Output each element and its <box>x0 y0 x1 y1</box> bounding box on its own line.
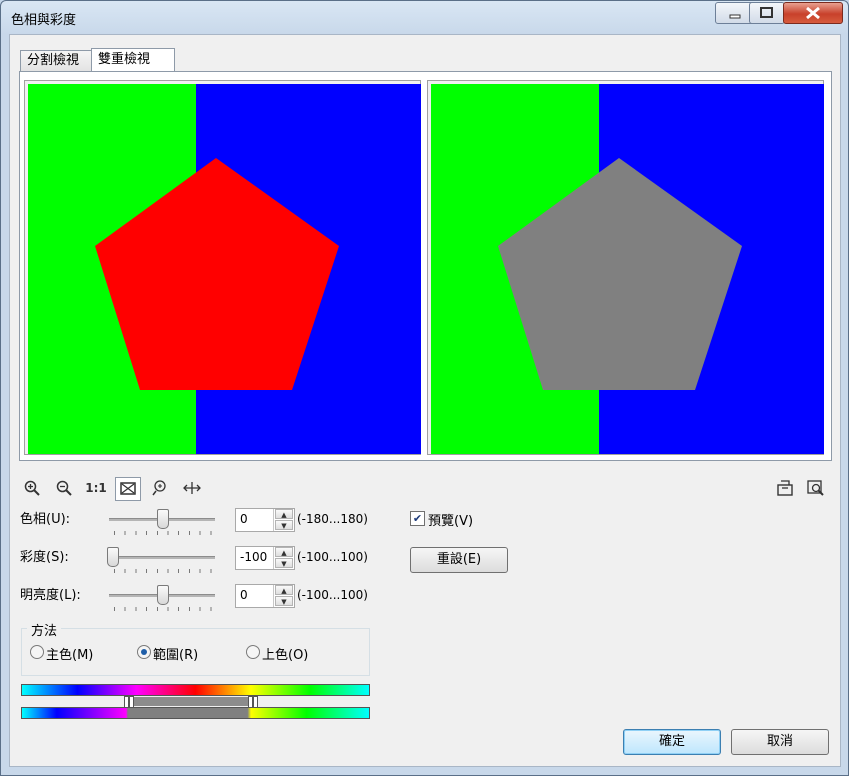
preview-window-button[interactable] <box>773 477 797 499</box>
hue-label: 色相(U): <box>20 512 71 527</box>
radio-range[interactable] <box>137 645 151 659</box>
pan-icon <box>183 482 201 494</box>
checkmark-icon: ✔ <box>412 512 423 525</box>
hue-spinbox[interactable]: 0 ▲ ▼ <box>235 508 295 532</box>
ok-button[interactable]: 確定 <box>623 729 721 755</box>
reset-button[interactable]: 重設(E) <box>410 547 508 573</box>
zoom-in-icon <box>24 480 40 496</box>
saturation-down-arrow-icon[interactable]: ▼ <box>275 558 293 568</box>
hue-value: 0 <box>240 512 248 526</box>
output-hue-bar <box>21 707 370 719</box>
zoom-tool-button[interactable] <box>148 477 172 499</box>
preview-checkbox[interactable]: ✔ <box>410 511 425 526</box>
saturation-slider-track[interactable] <box>109 556 215 559</box>
preview-zoom-icon <box>807 480 824 496</box>
maximize-icon <box>760 7 773 18</box>
lightness-slider-ticks <box>114 607 212 611</box>
actual-size-button[interactable]: 1:1 <box>84 477 108 499</box>
close-button[interactable] <box>783 2 843 24</box>
fit-window-icon <box>120 482 136 495</box>
preview-panel <box>19 71 832 461</box>
saturation-range: (-100...100) <box>297 550 368 564</box>
pan-button[interactable] <box>180 477 204 499</box>
original-preview <box>24 80 421 455</box>
saturation-slider-ticks <box>114 569 212 573</box>
preview-checkbox-label: 預覽(V) <box>428 514 474 529</box>
hue-down-arrow-icon[interactable]: ▼ <box>275 520 293 530</box>
result-image <box>431 84 824 454</box>
zoom-out-button[interactable] <box>52 477 76 499</box>
saturation-up-arrow-icon[interactable]: ▲ <box>275 547 293 557</box>
tab-label: 雙重檢視 <box>98 52 151 67</box>
saturation-label: 彩度(S): <box>20 550 69 565</box>
radio-colorize[interactable] <box>246 645 260 659</box>
hue-range-selector[interactable] <box>21 696 370 708</box>
result-preview <box>427 80 824 455</box>
lightness-range: (-100...100) <box>297 588 368 602</box>
saturation-slider-thumb[interactable] <box>107 547 119 567</box>
saturation-spinbox[interactable]: -100 ▲ ▼ <box>235 546 295 570</box>
radio-range-label: 範圍(R) <box>153 648 199 663</box>
lightness-label: 明亮度(L): <box>20 588 81 603</box>
lightness-slider-thumb[interactable] <box>157 585 169 605</box>
saturation-value: -100 <box>240 550 268 564</box>
maximize-button[interactable] <box>749 2 785 24</box>
hue-slider-ticks <box>114 531 212 535</box>
input-hue-bar <box>21 684 370 696</box>
hue-range-band <box>125 697 255 706</box>
tab-split-view[interactable]: 分割檢視 <box>20 50 96 71</box>
original-image <box>28 84 421 454</box>
preview-zoom-button[interactable] <box>804 477 828 499</box>
lightness-value: 0 <box>240 588 248 602</box>
tab-label: 分割檢視 <box>27 53 80 68</box>
cancel-button[interactable]: 取消 <box>731 729 829 755</box>
tab-dual-view[interactable]: 雙重檢視 <box>91 48 175 71</box>
radio-master-label: 主色(M) <box>46 648 94 663</box>
zoom-tool-icon <box>152 480 166 496</box>
hue-up-arrow-icon[interactable]: ▲ <box>275 509 293 519</box>
preview-window-icon <box>777 480 793 496</box>
lightness-spinbox[interactable]: 0 ▲ ▼ <box>235 584 295 608</box>
hue-slider-thumb[interactable] <box>157 509 169 529</box>
radio-colorize-label: 上色(O) <box>262 648 309 663</box>
window-title: 色相與彩度 <box>11 13 77 28</box>
lightness-up-arrow-icon[interactable]: ▲ <box>275 585 293 595</box>
lightness-down-arrow-icon[interactable]: ▼ <box>275 596 293 606</box>
fit-window-button[interactable] <box>115 477 141 501</box>
close-icon <box>806 6 820 20</box>
radio-master[interactable] <box>30 645 44 659</box>
method-title: 方法 <box>27 620 62 639</box>
dialog-window: 色相與彩度 分割檢視 雙重檢視 1:1 色相(U): 0 ▲ ▼ (-180..… <box>0 0 849 776</box>
zoom-in-button[interactable] <box>20 477 44 499</box>
hue-range: (-180...180) <box>297 512 368 526</box>
zoom-out-icon <box>56 480 72 496</box>
